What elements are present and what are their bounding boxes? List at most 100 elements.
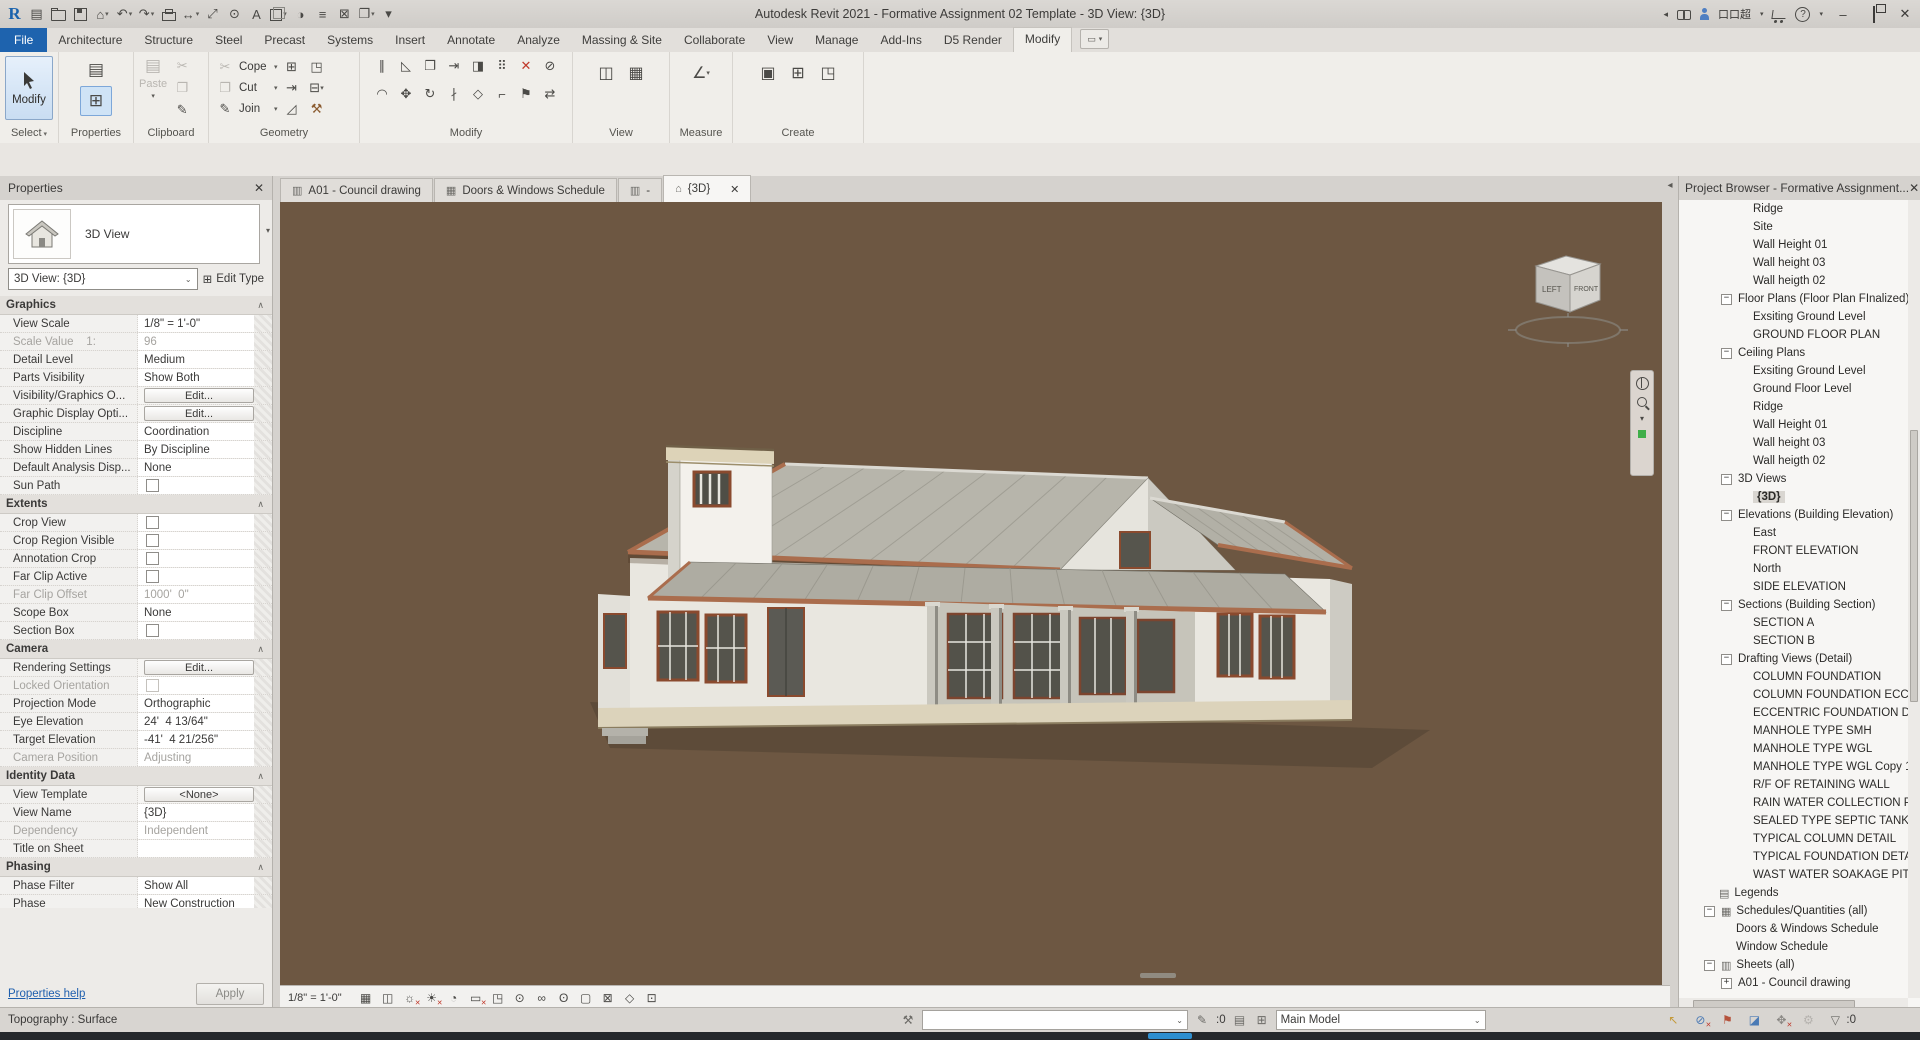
property-row[interactable]: Sun Path <box>0 477 272 495</box>
tree-item[interactable]: TYPICAL COLUMN DETAIL <box>1679 830 1908 848</box>
tree-item[interactable]: −▦Schedules/Quantities (all) <box>1679 902 1908 920</box>
default-3d-view-icon[interactable]: ▾ <box>268 2 289 26</box>
select-by-face-icon[interactable]: ◪ <box>1746 1013 1762 1027</box>
copy-small-icon[interactable]: ❐ <box>214 78 236 98</box>
joins-options-icon[interactable]: ⊟▾ <box>306 78 328 98</box>
properties-palette-icon[interactable]: ▤ <box>81 56 111 84</box>
property-value[interactable] <box>138 532 254 549</box>
steering-wheel-icon[interactable] <box>1636 377 1649 390</box>
navbar-caret-icon[interactable]: ▾ <box>1640 414 1644 423</box>
demolish-icon[interactable]: ⚒ <box>306 99 328 119</box>
tree-item[interactable]: Window Schedule <box>1679 938 1908 956</box>
property-value[interactable]: None <box>138 459 254 476</box>
panel-label-modify[interactable]: Modify <box>360 125 572 143</box>
type-selector[interactable]: 3D View <box>8 204 260 264</box>
beam-copings-icon[interactable]: ◳ <box>306 57 328 77</box>
detail-level-icon[interactable]: ▦ <box>358 991 374 1005</box>
unlocked-view-icon[interactable]: ⊙ <box>512 991 528 1005</box>
section-header-extents[interactable]: Extents∧ <box>0 495 272 514</box>
split-face-icon[interactable]: ◿ <box>281 99 303 119</box>
visual-style-icon[interactable]: ◫ <box>380 991 396 1005</box>
tree-item[interactable]: SECTION A <box>1679 614 1908 632</box>
tree-item[interactable]: COLUMN FOUNDATION ECCEN <box>1679 686 1908 704</box>
property-row[interactable]: Phase FilterShow All <box>0 877 272 895</box>
open-icon[interactable] <box>48 2 69 26</box>
tree-item[interactable]: Ground Floor Level <box>1679 380 1908 398</box>
paste-button[interactable]: ▤Paste▾ <box>139 56 167 125</box>
add-to-set-icon[interactable]: ⊞ <box>1254 1013 1270 1027</box>
cut-icon[interactable]: ✂ <box>171 56 193 76</box>
property-row[interactable]: Title on Sheet <box>0 840 272 858</box>
type-selector-dropdown[interactable]: 3D View: {3D}⌄ <box>8 268 198 290</box>
tree-item[interactable]: Exsiting Ground Level <box>1679 362 1908 380</box>
ribbon-tab-view[interactable]: View <box>756 28 804 52</box>
property-row[interactable]: DependencyIndependent <box>0 822 272 840</box>
property-value[interactable]: 1/8" = 1'-0" <box>138 315 254 332</box>
help-icon[interactable]: ? <box>1795 7 1810 22</box>
select-links-icon[interactable]: ↖ <box>1665 1013 1681 1027</box>
browser-vscrollbar[interactable] <box>1908 200 1920 998</box>
tree-item[interactable]: Exsiting Ground Level <box>1679 308 1908 326</box>
property-row[interactable]: Annotation Crop <box>0 550 272 568</box>
file-properties-icon[interactable]: ▤ <box>26 2 47 26</box>
property-edit-button[interactable]: Edit... <box>144 406 254 421</box>
property-row[interactable]: DisciplineCoordination <box>0 423 272 441</box>
property-row[interactable]: Projection ModeOrthographic <box>0 695 272 713</box>
ribbon-tab-annotate[interactable]: Annotate <box>436 28 506 52</box>
show-crop-region-icon[interactable]: ◳ <box>490 991 506 1005</box>
property-row[interactable]: Camera PositionAdjusting <box>0 749 272 767</box>
apply-button[interactable]: Apply <box>196 983 264 1005</box>
tree-item[interactable]: +A01 - Council drawing <box>1679 974 1908 992</box>
property-value[interactable]: By Discipline <box>138 441 254 458</box>
property-row[interactable]: View Scale1/8" = 1'-0" <box>0 315 272 333</box>
tree-item[interactable]: −Sections (Building Section) <box>1679 596 1908 614</box>
offset-icon[interactable]: ◠ <box>371 84 393 104</box>
panel-label-select[interactable]: Select ▾ <box>0 125 58 143</box>
undo-icon[interactable]: ↶▾ <box>114 2 135 26</box>
property-value[interactable]: Coordination <box>138 423 254 440</box>
property-value[interactable]: Edit... <box>138 387 254 404</box>
tree-expand-icon[interactable]: − <box>1721 654 1732 665</box>
browser-vscroll-thumb[interactable] <box>1910 430 1918 702</box>
property-value[interactable]: 1000' 0" <box>138 586 254 603</box>
property-value[interactable]: Show Both <box>138 369 254 386</box>
property-value[interactable]: Orthographic <box>138 695 254 712</box>
shadows-off-icon[interactable]: ☀ <box>424 991 440 1005</box>
ribbon-tab-steel[interactable]: Steel <box>204 28 253 52</box>
hidden-lines-icon[interactable]: ▦ <box>623 60 649 86</box>
property-row[interactable]: Parts VisibilityShow Both <box>0 369 272 387</box>
redo-icon[interactable]: ↷▾ <box>136 2 157 26</box>
drag-on-selection-icon[interactable]: ✥ <box>1773 1013 1789 1027</box>
trim-corner-icon[interactable]: ⌐ <box>491 84 513 104</box>
cut-small-icon[interactable]: ✂ <box>214 57 236 77</box>
property-value[interactable] <box>138 677 254 694</box>
account-icon[interactable] <box>1700 8 1709 21</box>
tree-item[interactable]: −3D Views <box>1679 470 1908 488</box>
property-value[interactable] <box>138 568 254 585</box>
editing-requests-icon[interactable]: ✎ <box>1194 1013 1210 1027</box>
properties-help-link[interactable]: Properties help <box>8 988 85 1000</box>
property-checkbox[interactable] <box>146 570 159 583</box>
paint-icon[interactable]: ✎ <box>214 99 236 119</box>
view-tab-a01-council-drawing[interactable]: ▥A01 - Council drawing <box>280 178 433 202</box>
tree-item[interactable]: ▤Legends <box>1679 884 1908 902</box>
tree-item[interactable]: North <box>1679 560 1908 578</box>
property-value[interactable] <box>138 514 254 531</box>
tree-item[interactable]: −Ceiling Plans <box>1679 344 1908 362</box>
legend-component-icon[interactable]: ▣ <box>755 60 781 86</box>
property-row[interactable]: Eye Elevation24' 4 13/64" <box>0 713 272 731</box>
pin-icon[interactable]: ⚑ <box>515 84 537 104</box>
filter-icon[interactable]: ▽ <box>1827 1013 1843 1027</box>
assembly-icon[interactable]: ◳ <box>815 60 841 86</box>
close-button[interactable]: ✕ <box>1894 6 1916 22</box>
tree-item[interactable]: SEALED TYPE SEPTIC TANK <box>1679 812 1908 830</box>
tree-item[interactable]: Ridge <box>1679 200 1908 218</box>
tab-close-icon[interactable]: ✕ <box>730 183 739 196</box>
tag-by-category-icon[interactable]: ⊙ <box>224 2 245 26</box>
property-value[interactable] <box>138 622 254 639</box>
tree-item[interactable]: −Drafting Views (Detail) <box>1679 650 1908 668</box>
tree-expand-icon[interactable]: + <box>1721 978 1732 989</box>
copy-to-clipboard-icon[interactable]: ❐ <box>171 78 193 98</box>
panel-label-properties[interactable]: Properties <box>59 125 133 143</box>
property-value[interactable]: 24' 4 13/64" <box>138 713 254 730</box>
